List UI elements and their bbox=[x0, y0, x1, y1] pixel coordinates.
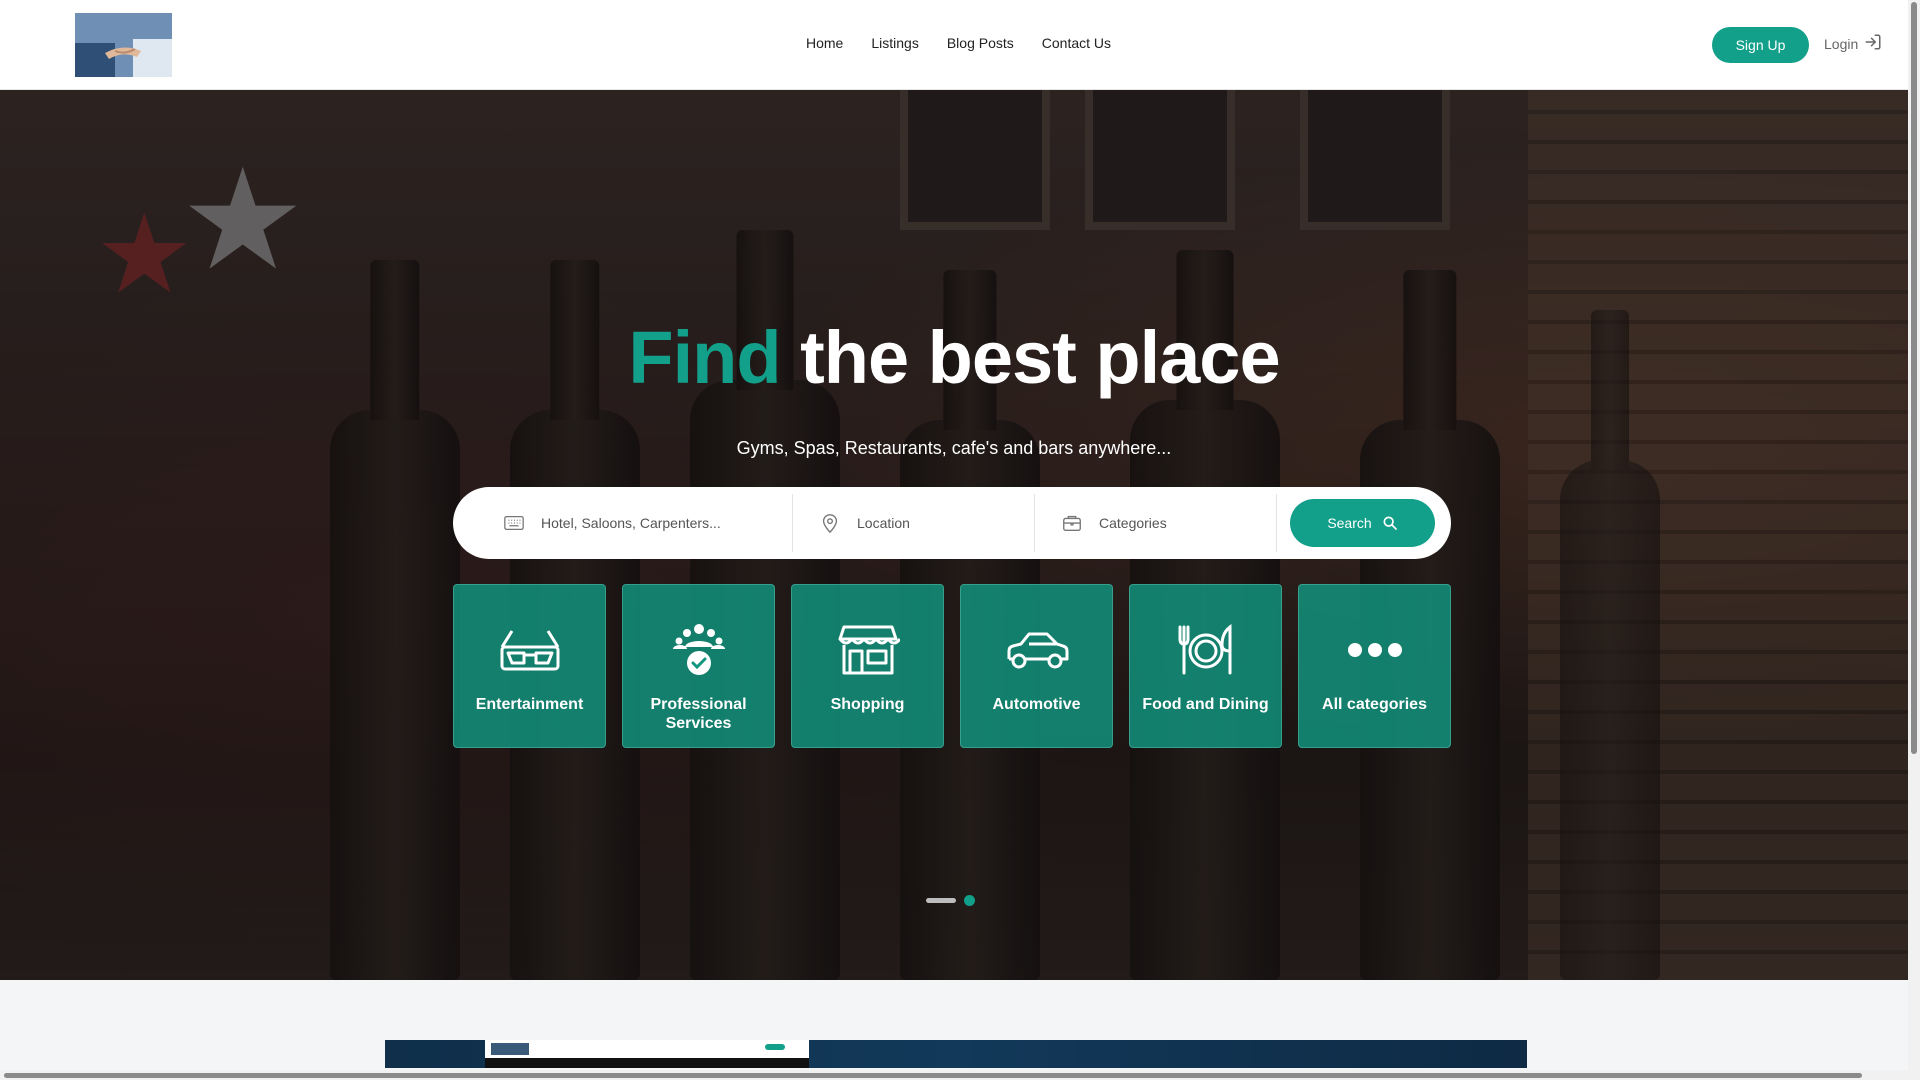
keyword-field bbox=[453, 494, 793, 552]
category-all-categories[interactable]: All categories bbox=[1298, 584, 1451, 748]
search-button-label: Search bbox=[1327, 515, 1372, 531]
category-label: Food and Dining bbox=[1142, 696, 1269, 713]
site-logo[interactable] bbox=[75, 13, 172, 77]
site-preview-image bbox=[385, 1040, 1527, 1068]
carousel-indicators bbox=[926, 895, 975, 906]
hero-section: ★ ★ Find the best place Gyms, Spas, Rest… bbox=[0, 90, 1908, 980]
hero-subtitle: Gyms, Spas, Restaurants, cafe's and bars… bbox=[736, 438, 1172, 458]
3d-glasses-icon bbox=[500, 630, 559, 671]
nav-home[interactable]: Home bbox=[806, 35, 843, 51]
category-label: All categories bbox=[1322, 696, 1427, 713]
nav-contact-us[interactable]: Contact Us bbox=[1042, 35, 1111, 51]
search-icon bbox=[1383, 516, 1397, 530]
car-icon bbox=[1007, 632, 1068, 669]
search-bar: Search bbox=[453, 487, 1451, 559]
carousel-dot-1[interactable] bbox=[926, 898, 956, 903]
category-shopping[interactable]: Shopping bbox=[791, 584, 944, 748]
horizontal-scroll-thumb[interactable] bbox=[4, 1073, 1862, 1078]
category-tiles: Entertainment Professional Services Shop… bbox=[453, 584, 1451, 748]
more-dots-icon bbox=[1347, 643, 1402, 657]
nav-listings[interactable]: Listings bbox=[871, 35, 918, 51]
category-input[interactable] bbox=[1099, 515, 1276, 531]
location-field bbox=[793, 494, 1035, 552]
category-food-and-dining[interactable]: Food and Dining bbox=[1129, 584, 1282, 748]
category-field bbox=[1035, 494, 1277, 552]
category-automotive[interactable]: Automotive bbox=[960, 584, 1113, 748]
carousel-dot-2-active[interactable] bbox=[964, 895, 975, 906]
category-entertainment[interactable]: Entertainment bbox=[453, 584, 606, 748]
headline-rest: the best place bbox=[800, 316, 1281, 399]
location-input[interactable] bbox=[857, 515, 1034, 531]
horizontal-scrollbar[interactable] bbox=[0, 1070, 1908, 1080]
plate-cutlery-icon bbox=[1178, 623, 1231, 675]
vertical-scroll-thumb[interactable] bbox=[1911, 2, 1917, 754]
headline-accent: Find bbox=[628, 316, 781, 399]
login-link[interactable]: Login bbox=[1824, 33, 1882, 54]
keyboard-icon bbox=[504, 515, 524, 531]
main-nav: Home Listings Blog Posts Contact Us bbox=[806, 35, 1111, 51]
storefront-icon bbox=[838, 625, 900, 675]
team-badge-icon bbox=[672, 624, 725, 675]
hero-headline: Find the best place bbox=[0, 315, 1908, 400]
nav-blog-posts[interactable]: Blog Posts bbox=[947, 35, 1014, 51]
site-header: Home Listings Blog Posts Contact Us Sign… bbox=[0, 0, 1908, 90]
category-label: Entertainment bbox=[475, 696, 584, 713]
signup-button[interactable]: Sign Up bbox=[1712, 27, 1809, 63]
map-pin-icon bbox=[822, 514, 838, 534]
category-label: Professional Services bbox=[650, 696, 747, 732]
briefcase-icon bbox=[1063, 515, 1081, 532]
category-professional-services[interactable]: Professional Services bbox=[622, 584, 775, 748]
login-icon bbox=[1864, 33, 1882, 54]
keyword-input[interactable] bbox=[541, 515, 792, 531]
category-label: Shopping bbox=[830, 696, 905, 713]
login-label: Login bbox=[1824, 35, 1859, 52]
search-button[interactable]: Search bbox=[1290, 499, 1435, 547]
vertical-scrollbar[interactable] bbox=[1908, 0, 1920, 1080]
category-label: Automotive bbox=[992, 696, 1081, 713]
